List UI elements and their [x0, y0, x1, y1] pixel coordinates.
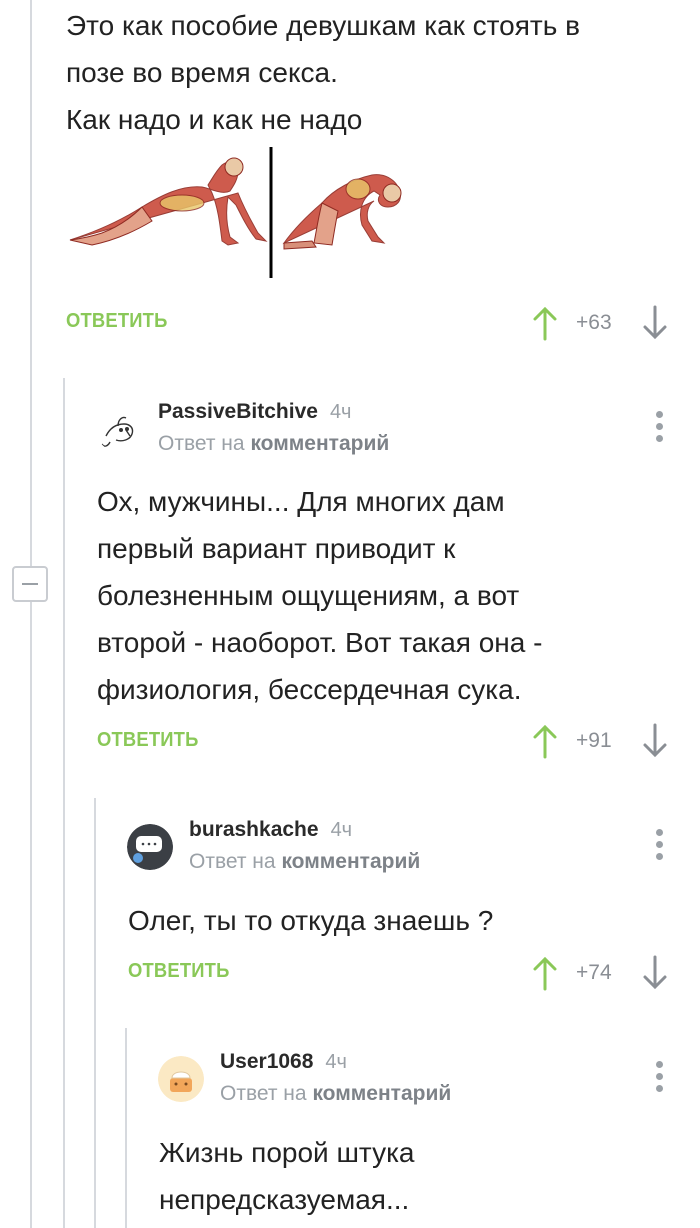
vote-widget: +63	[530, 303, 670, 343]
comment-line: Как надо и как не надо	[66, 104, 363, 135]
comments-page: Это как пособие девушкам как стоять в по…	[0, 0, 700, 1228]
more-vertical-icon[interactable]	[654, 1061, 664, 1097]
timestamp: 4ч	[329, 401, 352, 423]
arrow-up-icon[interactable]	[530, 303, 560, 343]
vote-score: +91	[576, 729, 612, 752]
comment-line: позе во время секса.	[66, 57, 338, 88]
reply-button[interactable]: ОТВЕТИТЬ	[66, 310, 168, 333]
vote-widget: +91	[530, 721, 670, 761]
arrow-down-icon[interactable]	[640, 303, 670, 343]
username-text[interactable]: User1068	[220, 1050, 313, 1073]
comment-line: Олег, ты то откуда знаешь ?	[128, 905, 494, 936]
vote-widget: +74	[530, 953, 670, 993]
comment-line: непредсказуемая...	[159, 1184, 410, 1215]
collapse-thread-button[interactable]	[12, 566, 48, 602]
thread-line-level-1	[30, 0, 32, 1228]
comment-text: Жизнь порой штука непредсказуемая...	[159, 1129, 669, 1223]
arrow-down-icon[interactable]	[640, 953, 670, 993]
comment-header: burashkache 4ч Ответ на комментарий	[127, 818, 587, 878]
comment-line: Жизнь порой штука	[159, 1137, 415, 1168]
timestamp: 4ч	[325, 1051, 347, 1073]
reply-target-link[interactable]: комментарий	[312, 1082, 451, 1105]
comment-header: User1068 4ч Ответ на комментарий	[158, 1050, 598, 1110]
avatar[interactable]	[96, 406, 142, 452]
more-vertical-icon[interactable]	[654, 411, 664, 447]
comment-line: физиология, бессердечная сука.	[97, 674, 522, 705]
reply-prefix: Ответ на	[220, 1082, 307, 1105]
comment-line: болезненным ощущениям, а вот	[97, 580, 520, 611]
comment-text: Это как пособие девушкам как стоять в по…	[66, 2, 676, 143]
timestamp: 4ч	[330, 819, 353, 841]
reply-to-line: Ответ на комментарий	[189, 850, 420, 874]
arrow-down-icon[interactable]	[640, 721, 670, 761]
comment-text: Ох, мужчины... Для многих дам первый вар…	[97, 478, 677, 713]
comment-line: второй - наоборот. Вот такая она -	[97, 627, 543, 658]
comment-header: PassiveBitchive 4ч Ответ на комментарий	[96, 400, 576, 460]
thread-line-level-2	[63, 378, 65, 1228]
username[interactable]: PassiveBitchive 4ч	[158, 400, 351, 424]
comment-line: первый вариант приводит к	[97, 533, 456, 564]
reply-button[interactable]: ОТВЕТИТЬ	[97, 729, 199, 752]
username-text[interactable]: burashkache	[189, 818, 319, 841]
reply-target-link[interactable]: комментарий	[250, 432, 389, 455]
username[interactable]: burashkache 4ч	[189, 818, 352, 842]
posture-incorrect-figure	[282, 174, 402, 250]
reply-to-line: Ответ на комментарий	[158, 432, 389, 456]
vote-score: +74	[576, 961, 612, 984]
reply-to-line: Ответ на комментарий	[220, 1082, 451, 1106]
posture-correct-figure	[69, 157, 268, 246]
reply-button[interactable]: ОТВЕТИТЬ	[128, 960, 230, 983]
arrow-up-icon[interactable]	[530, 721, 560, 761]
username-text[interactable]: PassiveBitchive	[158, 400, 318, 423]
vote-score: +63	[576, 311, 612, 334]
more-vertical-icon[interactable]	[654, 829, 664, 865]
avatar[interactable]	[127, 824, 173, 870]
comment-line: Это как пособие девушкам как стоять в	[66, 10, 580, 41]
comment-text: Олег, ты то откуда знаешь ?	[128, 897, 668, 944]
thread-line-level-3	[94, 798, 96, 1228]
comment-line: Ох, мужчины... Для многих дам	[97, 486, 505, 517]
anatomy-posture-image	[69, 147, 402, 278]
username[interactable]: User1068 4ч	[220, 1050, 347, 1074]
reply-prefix: Ответ на	[158, 432, 245, 455]
reply-prefix: Ответ на	[189, 850, 276, 873]
arrow-up-icon[interactable]	[530, 953, 560, 993]
thread-line-level-4	[125, 1028, 127, 1228]
avatar[interactable]	[158, 1056, 204, 1102]
reply-target-link[interactable]: комментарий	[281, 850, 420, 873]
